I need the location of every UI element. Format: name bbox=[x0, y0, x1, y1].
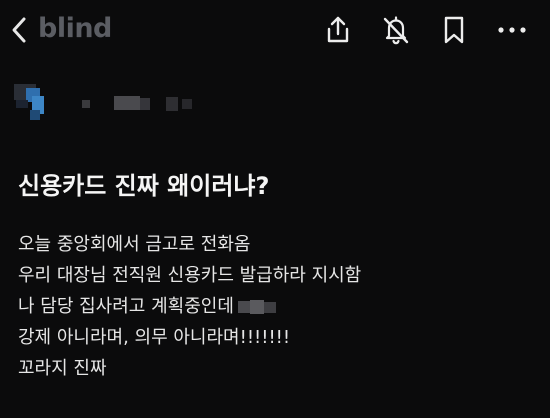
more-icon bbox=[498, 27, 526, 33]
share-icon bbox=[327, 16, 349, 43]
bookmark-button[interactable] bbox=[438, 14, 470, 46]
notifications-off-icon bbox=[383, 16, 409, 45]
chevron-left-icon bbox=[12, 17, 26, 43]
mute-notifications-button[interactable] bbox=[380, 14, 412, 46]
author-info bbox=[12, 80, 212, 124]
bookmark-icon bbox=[444, 16, 464, 44]
post-line: 나 담당 집사려고 계획중인데 bbox=[18, 296, 234, 317]
post-line: 우리 대장님 전직원 신용카드 발급하라 지시함 bbox=[18, 265, 362, 286]
post-line-with-redaction: 나 담당 집사려고 계획중인데 bbox=[18, 291, 538, 322]
post-line: 오늘 중앙회에서 금고로 전화옴 bbox=[18, 234, 251, 255]
post-line: 꼬라지 진짜 bbox=[18, 358, 107, 379]
post-title: 신용카드 진짜 왜이러냐? bbox=[18, 172, 270, 200]
redacted-blur bbox=[237, 300, 276, 314]
more-button[interactable] bbox=[496, 14, 528, 46]
share-button[interactable] bbox=[322, 14, 354, 46]
blurred-author-meta bbox=[82, 96, 192, 111]
avatar[interactable] bbox=[12, 80, 58, 126]
post-body: 오늘 중앙회에서 금고로 전화옴 우리 대장님 전직원 신용카드 발급하라 지시… bbox=[18, 229, 538, 384]
back-button[interactable] bbox=[8, 14, 30, 46]
post-line: 강제 아니라며, 의무 아니라며!!!!!!! bbox=[18, 327, 291, 348]
top-bar: blind bbox=[0, 0, 550, 62]
blind-logo: blind bbox=[38, 13, 112, 44]
